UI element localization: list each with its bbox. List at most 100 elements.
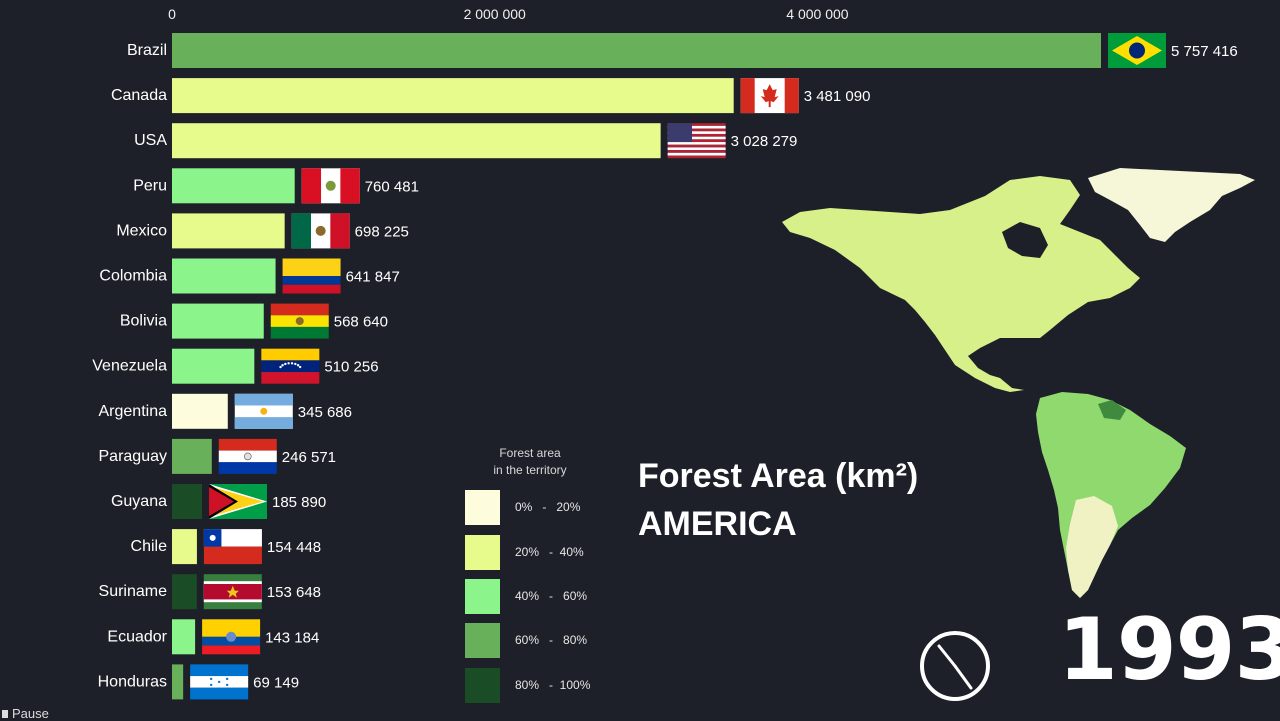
flag-part bbox=[287, 362, 290, 365]
bar bbox=[172, 123, 661, 159]
flag-part bbox=[325, 180, 336, 191]
flag-part bbox=[740, 78, 755, 114]
flag-part bbox=[298, 365, 302, 369]
bar bbox=[172, 258, 276, 294]
flag-part bbox=[667, 150, 726, 153]
bar-category-label: Colombia bbox=[99, 268, 167, 285]
flag-part bbox=[261, 360, 320, 373]
flag-part bbox=[270, 303, 329, 316]
pause-button[interactable]: Pause bbox=[2, 706, 49, 721]
flag-part bbox=[225, 683, 229, 687]
flag-part bbox=[667, 152, 726, 156]
legend-label: 60% - 80% bbox=[515, 633, 588, 647]
suriname-flag bbox=[203, 574, 262, 610]
flag-part bbox=[260, 407, 268, 415]
flag-part bbox=[784, 78, 799, 114]
legend-swatch bbox=[465, 490, 500, 525]
bar-category-label: Peru bbox=[133, 177, 167, 194]
bar-value-label: 5 757 416 bbox=[1171, 43, 1238, 60]
pause-label: Pause bbox=[12, 706, 49, 721]
legend-swatch bbox=[465, 623, 500, 658]
chart-subtitle: AMERICA bbox=[638, 505, 797, 543]
flag-part bbox=[282, 258, 341, 276]
bar-category-label: Bolivia bbox=[120, 313, 167, 330]
bar-category-label: Venezuela bbox=[92, 358, 167, 375]
flag-part bbox=[190, 664, 249, 677]
bar-category-label: Suriname bbox=[99, 583, 168, 600]
flag-part bbox=[209, 534, 216, 541]
flag-part bbox=[226, 631, 237, 642]
bar-category-label: Ecuador bbox=[107, 628, 167, 645]
bar bbox=[172, 664, 184, 700]
flag-part bbox=[301, 168, 322, 204]
year-label: 1993 bbox=[1058, 600, 1280, 700]
flag-part bbox=[315, 225, 326, 236]
bar-value-label: 760 481 bbox=[365, 178, 419, 195]
bar-value-label: 3 481 090 bbox=[804, 88, 871, 105]
flag-part bbox=[243, 452, 252, 461]
bar-value-label: 641 847 bbox=[346, 269, 400, 286]
bar-category-label: Mexico bbox=[116, 222, 167, 239]
flag-part bbox=[209, 683, 213, 687]
flag-part bbox=[270, 326, 329, 339]
pause-icon bbox=[2, 710, 8, 718]
x-tick-label: 0 bbox=[168, 6, 176, 22]
venezuela-flag bbox=[261, 348, 320, 384]
bar bbox=[172, 619, 196, 655]
legend-swatch bbox=[465, 579, 500, 614]
bar bbox=[172, 529, 197, 565]
flag-part bbox=[218, 462, 277, 474]
bar bbox=[172, 348, 255, 384]
legend-title-line-2: in the territory bbox=[493, 463, 567, 477]
guyana-flag bbox=[208, 484, 267, 519]
bar bbox=[172, 168, 295, 204]
flag-part bbox=[279, 365, 282, 369]
chile-flag bbox=[203, 529, 262, 565]
flag-part bbox=[261, 348, 320, 361]
bar-category-label: Canada bbox=[111, 87, 167, 104]
flag-part bbox=[340, 168, 360, 204]
bar-category-label: Honduras bbox=[98, 673, 167, 690]
flag-part bbox=[203, 546, 262, 565]
southern-cone-shape bbox=[1066, 496, 1118, 598]
colombia-flag bbox=[282, 258, 341, 294]
bar-value-label: 3 028 279 bbox=[731, 133, 798, 150]
bar bbox=[172, 484, 202, 519]
flag-part bbox=[234, 417, 293, 429]
flag-part bbox=[330, 213, 350, 249]
bar bbox=[172, 438, 212, 474]
bar bbox=[172, 213, 285, 249]
flag-part bbox=[294, 362, 297, 366]
peru-flag bbox=[301, 168, 360, 204]
bar-value-label: 246 571 bbox=[282, 449, 336, 466]
mexico-flag bbox=[291, 213, 350, 249]
bolivia-flag bbox=[270, 303, 329, 339]
honduras-flag bbox=[190, 664, 249, 700]
legend-label: 40% - 60% bbox=[515, 589, 588, 603]
bar-value-label: 568 640 bbox=[334, 314, 388, 331]
flag-part bbox=[667, 155, 726, 159]
legend-label: 20% - 40% bbox=[515, 545, 584, 559]
flag-part bbox=[282, 276, 341, 285]
north-america-shape bbox=[782, 176, 1140, 392]
bar-value-label: 698 225 bbox=[355, 223, 409, 240]
bar-category-label: Chile bbox=[131, 538, 168, 555]
flag-part bbox=[296, 364, 300, 367]
flag-part bbox=[225, 677, 229, 681]
bar-value-label: 345 686 bbox=[298, 404, 352, 421]
bar bbox=[172, 574, 197, 610]
flag-part bbox=[291, 213, 311, 249]
bar-category-label: Argentina bbox=[99, 403, 168, 420]
argentina-flag bbox=[234, 393, 293, 429]
flag-part bbox=[282, 284, 341, 294]
clock-icon bbox=[920, 631, 990, 701]
paraguay-flag bbox=[218, 438, 277, 474]
south-america-shape bbox=[1036, 392, 1186, 598]
legend-swatch bbox=[465, 668, 500, 703]
flag-part bbox=[209, 677, 213, 681]
bar-value-label: 185 890 bbox=[272, 494, 326, 511]
flag-part bbox=[190, 687, 249, 700]
usa-flag bbox=[667, 123, 726, 159]
flag-part bbox=[290, 362, 294, 365]
title-block: Forest Area (km²) AMERICA bbox=[638, 452, 918, 548]
